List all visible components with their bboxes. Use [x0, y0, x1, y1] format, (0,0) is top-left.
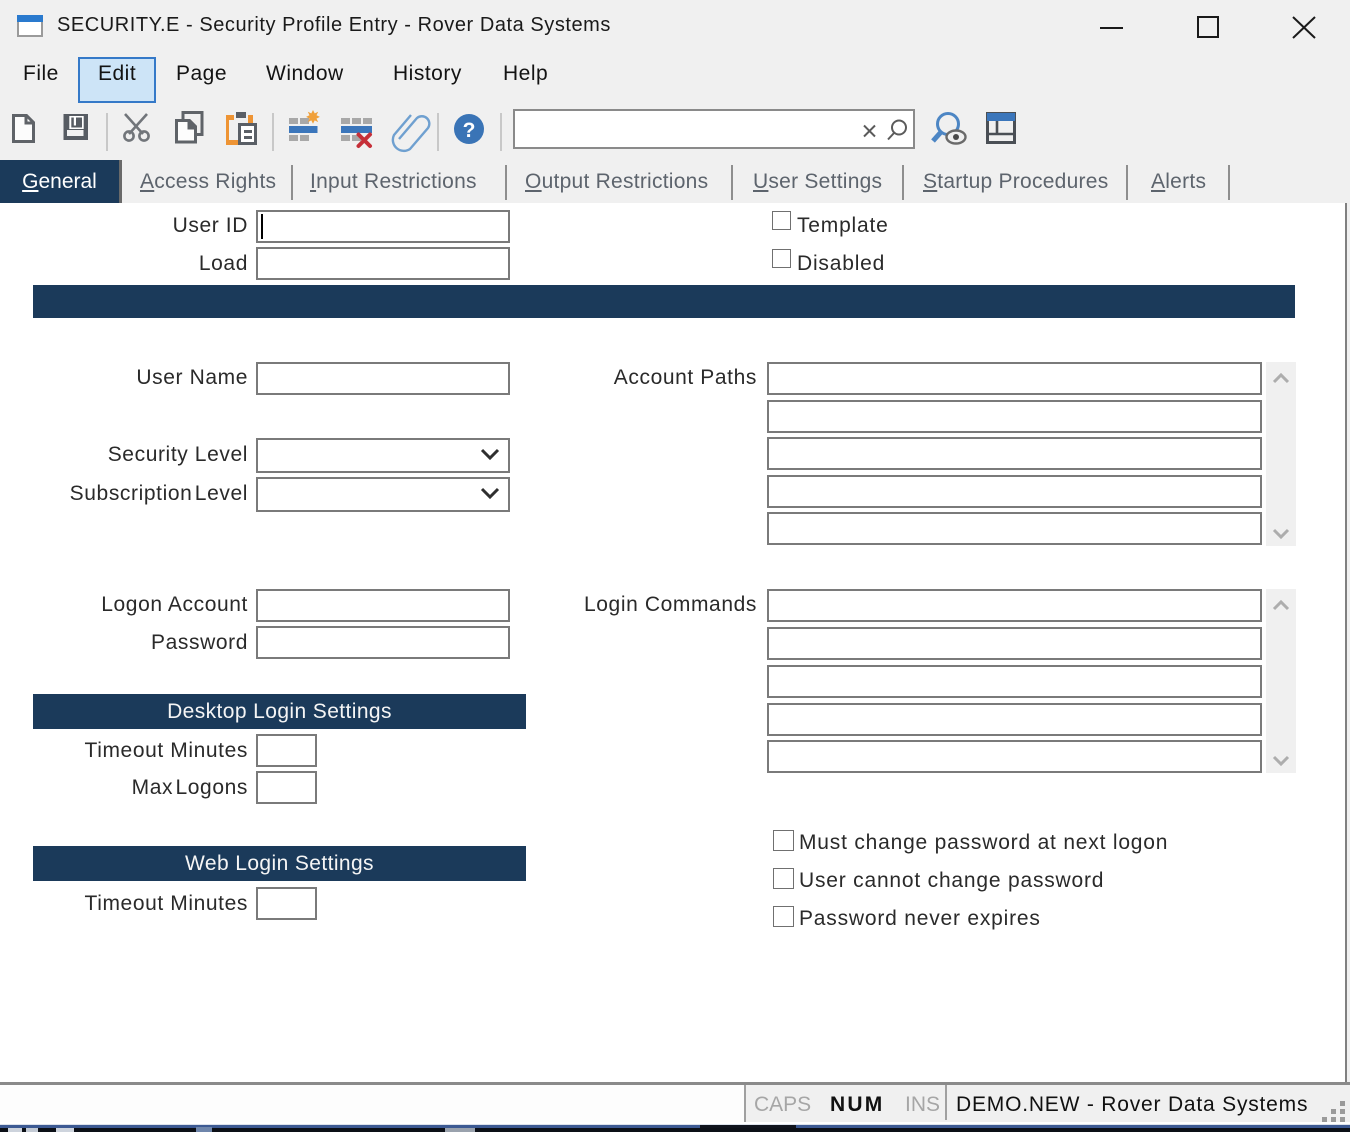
svg-text:?: ?	[463, 119, 476, 142]
